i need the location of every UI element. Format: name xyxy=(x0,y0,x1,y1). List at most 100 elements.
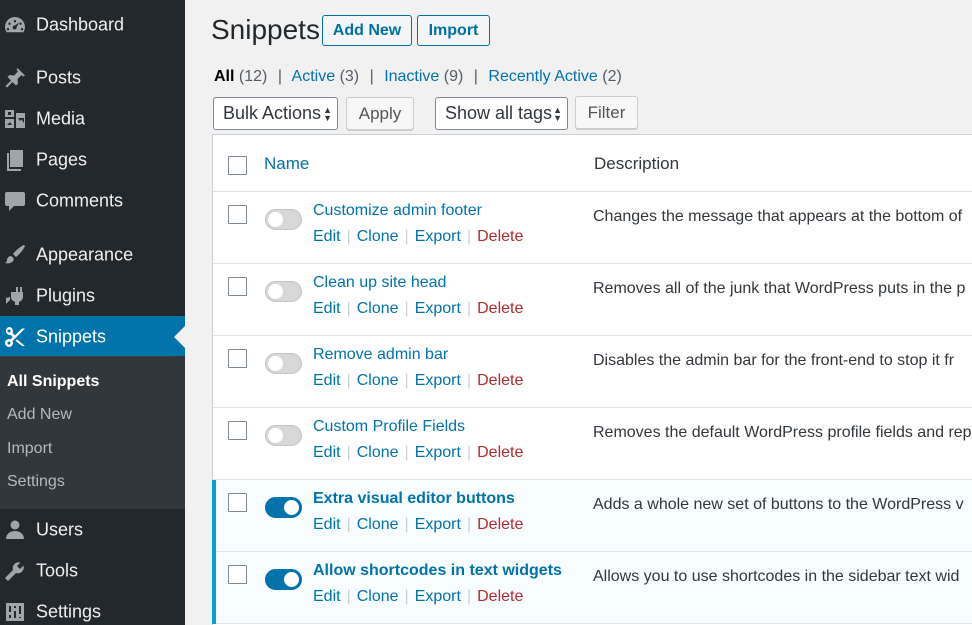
separator: | xyxy=(369,68,374,85)
edit-link[interactable]: Edit xyxy=(313,372,341,389)
export-link[interactable]: Export xyxy=(415,228,461,245)
clone-link[interactable]: Clone xyxy=(357,516,399,533)
activation-toggle[interactable] xyxy=(265,209,302,230)
filter-count: (9) xyxy=(443,68,464,85)
clone-link[interactable]: Clone xyxy=(357,444,399,461)
tags-select[interactable]: Show all tags ▲ ▼ xyxy=(435,97,568,130)
export-link[interactable]: Export xyxy=(415,516,461,533)
main-content: Snippets Add New Import All (12) | Activ… xyxy=(185,0,972,625)
separator: | xyxy=(346,516,351,533)
menu-item-tools[interactable]: Tools xyxy=(0,550,185,591)
edit-link[interactable]: Edit xyxy=(313,588,341,605)
menu-label: Settings xyxy=(36,601,102,621)
export-link[interactable]: Export xyxy=(415,444,461,461)
import-button[interactable]: Import xyxy=(417,15,490,46)
row-checkbox[interactable] xyxy=(228,349,247,368)
row-actions: Edit | Clone | Export | Delete xyxy=(313,444,523,462)
media-icon xyxy=(2,106,28,132)
activation-toggle[interactable] xyxy=(265,497,302,518)
menu-item-posts[interactable]: Posts xyxy=(0,57,185,98)
submenu-settings[interactable]: Settings xyxy=(7,473,65,491)
snippet-description: Allows you to use shortcodes in the side… xyxy=(593,568,960,585)
row-checkbox[interactable] xyxy=(228,205,247,224)
delete-link[interactable]: Delete xyxy=(477,588,523,605)
snippet-name-link[interactable]: Clean up site head xyxy=(313,274,446,292)
clone-link[interactable]: Clone xyxy=(357,228,399,245)
snippet-name-link[interactable]: Extra visual editor buttons xyxy=(313,490,515,508)
bulk-actions-select[interactable]: Bulk Actions ▲ ▼ xyxy=(213,97,338,130)
menu-item-settings[interactable]: Settings xyxy=(0,591,185,625)
edit-link[interactable]: Edit xyxy=(313,228,341,245)
snippets-submenu: All Snippets Add New Import Settings xyxy=(0,356,185,509)
pushpin-icon xyxy=(2,65,28,91)
activation-toggle[interactable] xyxy=(265,353,302,374)
clone-link[interactable]: Clone xyxy=(357,300,399,317)
apply-button[interactable]: Apply xyxy=(346,97,414,130)
clone-link[interactable]: Clone xyxy=(357,372,399,389)
wrench-icon xyxy=(2,558,28,584)
delete-link[interactable]: Delete xyxy=(477,444,523,461)
delete-link[interactable]: Delete xyxy=(477,300,523,317)
column-header-name[interactable]: Name xyxy=(264,154,309,174)
separator: | xyxy=(346,588,351,605)
filter-all[interactable]: All xyxy=(214,68,234,85)
export-link[interactable]: Export xyxy=(415,372,461,389)
snippet-name-link[interactable]: Custom Profile Fields xyxy=(313,418,465,436)
menu-item-appearance[interactable]: Appearance xyxy=(0,234,185,275)
row-checkbox[interactable] xyxy=(228,565,247,584)
separator: | xyxy=(466,300,472,317)
select-all-checkbox[interactable] xyxy=(228,156,247,175)
row-checkbox[interactable] xyxy=(228,493,247,512)
snippet-description: Removes the default WordPress profile fi… xyxy=(593,424,972,441)
table-row: Extra visual editor buttons Edit | Clone | E… xyxy=(212,480,972,552)
pages-icon xyxy=(2,147,28,173)
menu-item-comments[interactable]: Comments xyxy=(0,180,185,221)
activation-toggle[interactable] xyxy=(265,281,302,302)
snippet-name-link[interactable]: Remove admin bar xyxy=(313,346,448,364)
menu-item-snippets[interactable]: Snippets xyxy=(0,316,185,357)
filter-count: (2) xyxy=(602,68,622,85)
separator: | xyxy=(404,228,409,245)
separator: | xyxy=(404,372,409,389)
row-checkbox[interactable] xyxy=(228,421,247,440)
snippet-description: Changes the message that appears at the … xyxy=(593,208,963,225)
filter-inactive[interactable]: Inactive xyxy=(384,68,439,85)
scissors-icon xyxy=(2,324,28,350)
menu-label: Users xyxy=(36,519,84,539)
menu-label: Appearance xyxy=(36,244,134,264)
row-actions: Edit | Clone | Export | Delete xyxy=(313,372,523,390)
menu-label: Comments xyxy=(36,190,124,210)
delete-link[interactable]: Delete xyxy=(477,516,523,533)
menu-label: Posts xyxy=(36,67,82,87)
export-link[interactable]: Export xyxy=(415,300,461,317)
activation-toggle[interactable] xyxy=(265,425,302,446)
delete-link[interactable]: Delete xyxy=(477,228,523,245)
edit-link[interactable]: Edit xyxy=(313,516,341,533)
delete-link[interactable]: Delete xyxy=(477,372,523,389)
submenu-import[interactable]: Import xyxy=(7,440,52,458)
edit-link[interactable]: Edit xyxy=(313,444,341,461)
menu-item-media[interactable]: Media xyxy=(0,98,185,139)
menu-item-dashboard[interactable]: Dashboard xyxy=(0,4,185,45)
snippet-name-link[interactable]: Allow shortcodes in text widgets xyxy=(313,562,562,580)
row-actions: Edit | Clone | Export | Delete xyxy=(313,516,523,534)
menu-item-plugins[interactable]: Plugins xyxy=(0,275,185,316)
edit-link[interactable]: Edit xyxy=(313,300,341,317)
activation-toggle[interactable] xyxy=(265,569,302,590)
table-row: Customize admin footer Edit | Clone | Export… xyxy=(213,192,972,264)
menu-item-pages[interactable]: Pages xyxy=(0,139,185,180)
menu-label: Snippets xyxy=(36,326,107,346)
sliders-icon xyxy=(2,599,28,625)
menu-item-users[interactable]: Users xyxy=(0,509,185,550)
filter-recently-active[interactable]: Recently Active xyxy=(488,68,597,85)
submenu-add-new[interactable]: Add New xyxy=(7,406,72,424)
row-checkbox[interactable] xyxy=(228,277,247,296)
snippet-name-link[interactable]: Customize admin footer xyxy=(313,202,482,220)
filter-button[interactable]: Filter xyxy=(575,96,638,129)
filter-active[interactable]: Active xyxy=(292,68,336,85)
export-link[interactable]: Export xyxy=(415,588,461,605)
add-new-button[interactable]: Add New xyxy=(322,15,412,46)
clone-link[interactable]: Clone xyxy=(357,588,399,605)
separator: | xyxy=(404,444,409,461)
submenu-all-snippets[interactable]: All Snippets xyxy=(7,373,99,391)
